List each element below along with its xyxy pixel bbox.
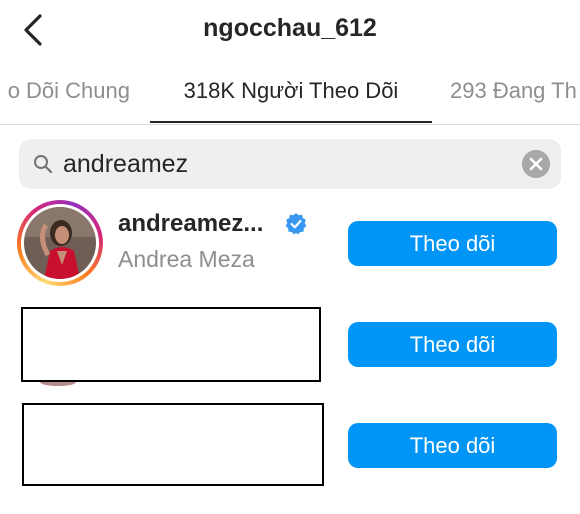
search-bar[interactable]: [19, 139, 561, 189]
follow-button[interactable]: Theo dõi: [348, 322, 557, 367]
list-item[interactable]: Theo dõi: [0, 300, 580, 390]
verified-badge-icon: [285, 213, 307, 235]
redaction-box: [22, 403, 324, 486]
full-name: Andrea Meza: [118, 246, 255, 272]
story-ring[interactable]: [17, 200, 103, 286]
clear-icon[interactable]: [522, 150, 550, 178]
list-item[interactable]: Theo dõi: [0, 400, 580, 490]
follow-button[interactable]: Theo dõi: [348, 221, 557, 266]
avatar: [24, 207, 96, 279]
tab-bar: o Dõi Chung 318K Người Theo Dõi 293 Đang…: [0, 62, 580, 125]
search-icon: [34, 155, 53, 174]
active-tab-indicator: [150, 121, 432, 123]
tab-followers[interactable]: 318K Người Theo Dõi: [150, 78, 432, 104]
search-input[interactable]: [63, 145, 503, 183]
list-item[interactable]: andreamez... Andrea Meza Theo dõi: [0, 200, 580, 290]
redaction-box: [21, 307, 321, 382]
header: ngocchau_612: [0, 0, 580, 62]
follow-button[interactable]: Theo dõi: [348, 423, 557, 468]
tab-following[interactable]: 293 Đang Th: [450, 78, 577, 104]
username[interactable]: andreamez...: [118, 210, 263, 238]
page-title: ngocchau_612: [203, 14, 377, 42]
tab-mutual-followers[interactable]: o Dõi Chung: [8, 78, 130, 104]
